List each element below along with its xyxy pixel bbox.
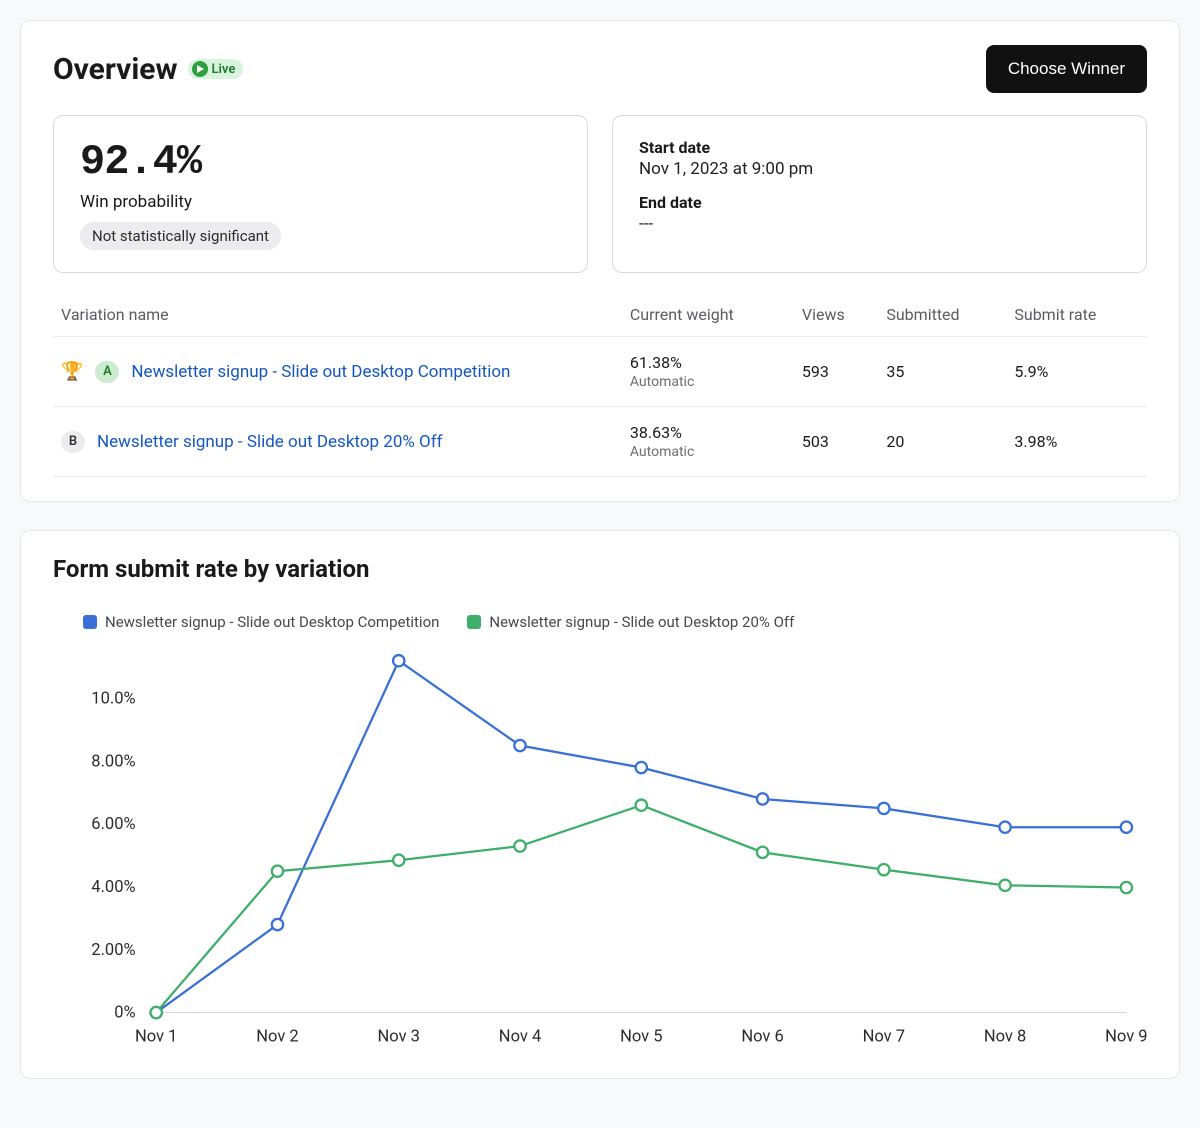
- win-probability-box: 92.4% Win probability Not statistically …: [53, 115, 588, 273]
- x-tick-label: Nov 5: [620, 1027, 662, 1046]
- col-views: Views: [794, 293, 878, 337]
- variations-table: Variation name Current weight Views Subm…: [53, 293, 1147, 477]
- data-point: [757, 793, 768, 804]
- data-point: [636, 762, 647, 773]
- x-tick-label: Nov 4: [499, 1027, 541, 1046]
- cell-submit_rate: 5.9%: [1006, 337, 1147, 407]
- y-tick-label: 10.0%: [91, 690, 135, 709]
- legend-item-b: Newsletter signup - Slide out Desktop 20…: [467, 613, 794, 631]
- cell-views: 593: [794, 337, 878, 407]
- col-weight: Current weight: [622, 293, 794, 337]
- col-submit-rate: Submit rate: [1006, 293, 1147, 337]
- y-tick-label: 4.00%: [91, 878, 135, 897]
- start-date-label: Start date: [639, 138, 1120, 157]
- significance-badge: Not statistically significant: [80, 222, 281, 250]
- x-tick-label: Nov 1: [135, 1027, 177, 1046]
- start-date-value: Nov 1, 2023 at 9:00 pm: [639, 159, 1120, 179]
- cell-submit_rate: 3.98%: [1006, 407, 1147, 477]
- variation-link[interactable]: Newsletter signup - Slide out Desktop Co…: [131, 362, 510, 382]
- col-name: Variation name: [53, 293, 622, 337]
- data-point: [999, 880, 1010, 891]
- table-row: B Newsletter signup - Slide out Desktop 2…: [53, 407, 1147, 477]
- col-submitted: Submitted: [878, 293, 1006, 337]
- weight-value: 61.38%: [630, 353, 786, 372]
- overview-title: Overview: [53, 52, 178, 87]
- cell-submitted: 20: [878, 407, 1006, 477]
- end-date-value: ---: [639, 214, 1120, 234]
- legend-label-b: Newsletter signup - Slide out Desktop 20…: [489, 613, 794, 631]
- legend-swatch-green: [467, 615, 481, 629]
- x-tick-label: Nov 8: [984, 1027, 1026, 1046]
- y-tick-label: 6.00%: [91, 815, 135, 834]
- y-tick-label: 8.00%: [91, 752, 135, 771]
- trophy-icon: 🏆: [61, 363, 83, 381]
- metrics-row: 92.4% Win probability Not statistically …: [53, 115, 1147, 273]
- line-chart: 10.0% 8.00% 6.00% 4.00% 2.00% 0%Nov 1 Nov 2 Nov…: [53, 641, 1147, 1054]
- dates-box: Start date Nov 1, 2023 at 9:00 pm End da…: [612, 115, 1147, 273]
- play-icon: [192, 61, 208, 77]
- series-line: [156, 661, 1126, 1013]
- end-date-label: End date: [639, 193, 1120, 212]
- x-tick-label: Nov 3: [378, 1027, 420, 1046]
- weight-value: 38.63%: [630, 423, 786, 442]
- data-point: [514, 740, 525, 751]
- data-point: [393, 855, 404, 866]
- overview-header: Overview Live Choose Winner: [53, 45, 1147, 93]
- win-probability-label: Win probability: [80, 192, 561, 212]
- chart-card: Form submit rate by variation Newsletter…: [20, 530, 1180, 1079]
- x-tick-label: Nov 2: [256, 1027, 298, 1046]
- data-point: [878, 803, 889, 814]
- data-point: [1121, 822, 1132, 833]
- data-point: [151, 1007, 162, 1018]
- status-text: Live: [212, 63, 236, 76]
- data-point: [514, 840, 525, 851]
- choose-winner-button[interactable]: Choose Winner: [986, 45, 1147, 93]
- chart-area: 10.0% 8.00% 6.00% 4.00% 2.00% 0%Nov 1 Nov 2 Nov…: [53, 641, 1147, 1054]
- data-point: [636, 800, 647, 811]
- win-probability-value: 92.4%: [80, 138, 561, 186]
- data-point: [1121, 882, 1132, 893]
- y-tick-label: 0%: [114, 1004, 135, 1023]
- data-point: [272, 866, 283, 877]
- x-tick-label: Nov 7: [863, 1027, 905, 1046]
- variation-badge: B: [61, 431, 85, 453]
- data-point: [272, 919, 283, 930]
- weight-mode: Automatic: [630, 374, 786, 390]
- legend-swatch-blue: [83, 615, 97, 629]
- data-point: [757, 847, 768, 858]
- legend-label-a: Newsletter signup - Slide out Desktop Co…: [105, 613, 439, 631]
- table-row: 🏆 A Newsletter signup - Slide out Desktop …: [53, 337, 1147, 407]
- variation-link[interactable]: Newsletter signup - Slide out Desktop 20…: [97, 432, 443, 452]
- variation-badge: A: [95, 361, 119, 383]
- y-tick-label: 2.00%: [91, 941, 135, 960]
- data-point: [999, 822, 1010, 833]
- cell-views: 503: [794, 407, 878, 477]
- series-line: [156, 805, 1126, 1012]
- chart-title: Form submit rate by variation: [53, 555, 1147, 583]
- cell-submitted: 35: [878, 337, 1006, 407]
- overview-title-wrap: Overview Live: [53, 52, 243, 87]
- status-badge: Live: [188, 59, 244, 79]
- x-tick-label: Nov 9: [1105, 1027, 1147, 1046]
- x-tick-label: Nov 6: [741, 1027, 783, 1046]
- overview-card: Overview Live Choose Winner 92.4% Win pr…: [20, 20, 1180, 502]
- legend-item-a: Newsletter signup - Slide out Desktop Co…: [83, 613, 439, 631]
- chart-legend: Newsletter signup - Slide out Desktop Co…: [53, 613, 1147, 631]
- data-point: [878, 864, 889, 875]
- weight-mode: Automatic: [630, 444, 786, 460]
- data-point: [393, 655, 404, 666]
